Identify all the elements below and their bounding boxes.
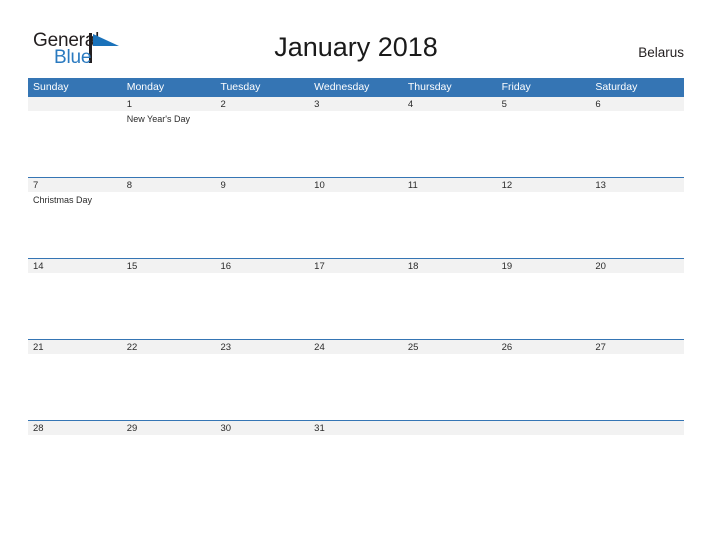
calendar-page: General Blue January 2018 Belarus Sunday…	[0, 0, 712, 550]
calendar-grid: Sunday Monday Tuesday Wednesday Thursday…	[28, 78, 685, 447]
day-cell[interactable]	[28, 97, 122, 177]
day-cell[interactable]: 3	[309, 97, 403, 177]
day-cell[interactable]	[590, 421, 685, 447]
day-cell[interactable]	[496, 421, 591, 447]
day-cell[interactable]: 9	[215, 178, 310, 258]
weekday-header-row: Sunday Monday Tuesday Wednesday Thursday…	[28, 78, 684, 96]
day-cell[interactable]: 2	[215, 97, 310, 177]
day-cell[interactable]: 25	[402, 340, 497, 420]
day-number: 27	[595, 342, 606, 353]
day-number: 10	[314, 180, 325, 191]
day-number: 17	[314, 261, 325, 272]
day-cell[interactable]: 1 New Year's Day	[121, 97, 216, 177]
day-number: 5	[501, 99, 507, 110]
day-number: 2	[220, 99, 226, 110]
day-cell[interactable]: 18	[402, 259, 497, 339]
day-number: 24	[314, 342, 325, 353]
day-cell[interactable]: 5	[496, 97, 591, 177]
page-header: General Blue January 2018 Belarus	[0, 0, 712, 78]
day-cell[interactable]	[402, 421, 497, 447]
day-cell[interactable]: 7 Christmas Day	[28, 178, 122, 258]
weekday-tuesday: Tuesday	[220, 81, 261, 93]
day-number: 26	[501, 342, 513, 353]
week-row: 21 22 23 24 25 26 27	[28, 339, 685, 420]
day-number: 22	[126, 342, 138, 353]
day-number: 20	[595, 261, 606, 272]
day-number: 25	[407, 342, 419, 353]
day-cell[interactable]: 17	[309, 259, 403, 339]
day-cell[interactable]: 26	[496, 340, 591, 420]
day-cell[interactable]: 13	[590, 178, 685, 258]
week-row: 7 Christmas Day 8 9 10 11 12 13	[28, 177, 685, 258]
weekday-saturday: Saturday	[595, 81, 638, 93]
day-number: 23	[220, 342, 232, 353]
day-number: 19	[501, 261, 513, 272]
day-number: 11	[407, 180, 418, 191]
day-number: 6	[595, 99, 601, 110]
day-cell[interactable]: 31	[309, 421, 403, 447]
country-label: Belarus	[638, 45, 684, 60]
day-number: 28	[33, 423, 44, 434]
week-row: 28 29 30 31	[28, 420, 685, 447]
day-event: Christmas Day	[33, 195, 93, 205]
day-cell[interactable]: 8	[121, 178, 216, 258]
day-cell[interactable]: 19	[496, 259, 591, 339]
day-cell[interactable]: 24	[309, 340, 403, 420]
day-cell[interactable]: 23	[215, 340, 310, 420]
day-cell[interactable]: 30	[215, 421, 310, 447]
day-number: 4	[407, 99, 414, 110]
day-number: 16	[220, 261, 232, 272]
day-number: 14	[33, 261, 44, 272]
day-number: 12	[501, 180, 513, 191]
weekday-thursday: Thursday	[407, 81, 452, 93]
weekday-monday: Monday	[126, 81, 165, 93]
day-cell[interactable]: 22	[121, 340, 216, 420]
day-number: 3	[314, 99, 320, 110]
day-cell[interactable]: 28	[28, 421, 122, 447]
day-number: 9	[220, 180, 226, 191]
day-number: 30	[220, 423, 232, 434]
day-cell[interactable]: 4	[402, 97, 497, 177]
day-number: 7	[33, 180, 39, 191]
day-cell[interactable]: 6	[590, 97, 685, 177]
day-cell[interactable]: 16	[215, 259, 310, 339]
day-number: 1	[126, 99, 133, 110]
day-cell[interactable]: 12	[496, 178, 591, 258]
day-cell[interactable]: 10	[309, 178, 403, 258]
day-cell[interactable]: 29	[121, 421, 216, 447]
weekday-sunday: Sunday	[33, 81, 69, 93]
weekday-wednesday: Wednesday	[314, 81, 370, 93]
day-number: 18	[407, 261, 419, 272]
day-number: 21	[33, 342, 44, 353]
day-number: 15	[126, 261, 138, 272]
day-number: 13	[595, 180, 606, 191]
day-number: 31	[314, 423, 325, 434]
day-cell[interactable]: 14	[28, 259, 122, 339]
day-event: New Year's Day	[126, 114, 190, 124]
day-cell[interactable]: 15	[121, 259, 216, 339]
week-row: 1 New Year's Day 2 3 4 5 6	[28, 96, 685, 177]
day-cell[interactable]: 21	[28, 340, 122, 420]
day-cell[interactable]: 11	[402, 178, 497, 258]
day-cell[interactable]: 27	[590, 340, 685, 420]
page-title: January 2018	[274, 32, 438, 62]
weekday-friday: Friday	[501, 81, 531, 93]
day-number: 8	[126, 180, 133, 191]
week-row: 14 15 16 17 18 19 20	[28, 258, 685, 339]
day-number: 29	[126, 423, 138, 434]
day-cell[interactable]: 20	[590, 259, 685, 339]
